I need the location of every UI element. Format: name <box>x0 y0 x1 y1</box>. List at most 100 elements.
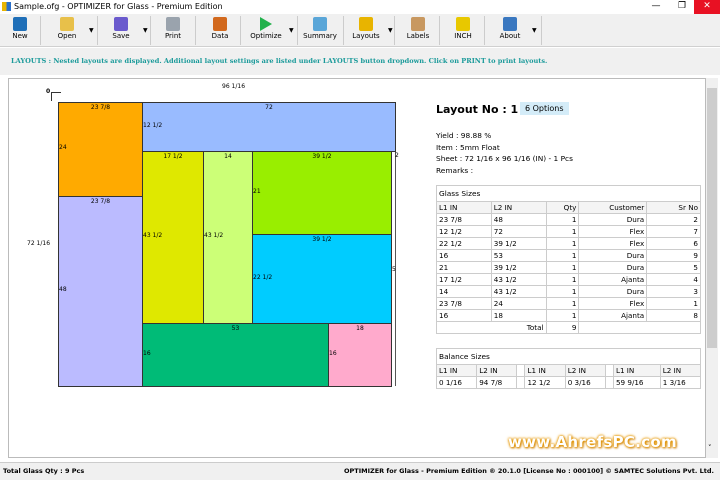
glass-piece[interactable]: 53 16 <box>142 323 329 387</box>
dropdown-arrow-icon[interactable]: ▼ <box>143 27 148 34</box>
piece-height-label: 16 <box>329 349 337 357</box>
close-button[interactable]: ✕ <box>694 0 720 14</box>
table-row: 22 1/2 39 1/2 1 Flex 6 <box>436 237 701 250</box>
table-row: 12 1/2 72 1 Flex 7 <box>436 225 701 238</box>
table-cell: 94 7/8 <box>476 376 518 389</box>
table-cell: 23 7/8 <box>436 297 492 310</box>
piece-height-label: 43 1/2 <box>143 232 163 239</box>
toolbar-separator <box>40 16 41 45</box>
x-axis-arrow-icon <box>52 92 61 93</box>
toolbar-separator <box>150 16 151 45</box>
glass-piece[interactable]: 39 1/2 22 1/2 <box>252 234 392 324</box>
glass-piece[interactable]: 23 7/8 48 <box>58 196 143 387</box>
item-text: Item : 5mm Float <box>436 142 500 152</box>
toolbar-separator <box>394 16 395 45</box>
remarks-text: Remarks : <box>436 165 474 175</box>
app-icon <box>2 2 11 11</box>
table-cell: 4 <box>646 273 701 286</box>
summary-button[interactable]: Summary <box>300 15 340 46</box>
table-cell: 16 <box>436 249 492 262</box>
table-cell: Sr No <box>646 201 701 214</box>
table-cell: 5 <box>646 261 701 274</box>
table-cell: L2 IN <box>564 364 606 377</box>
balance-sizes-title: Balance Sizes <box>436 348 701 364</box>
glass-piece[interactable]: 72 12 1/2 <box>142 102 396 152</box>
piece-width-label: 17 1/2 <box>163 153 183 160</box>
table-cell: L1 IN <box>436 201 492 214</box>
inch-button[interactable]: INCH <box>443 15 483 46</box>
table-cell: 1 <box>646 297 701 310</box>
piece-height-label: 48 <box>59 286 67 293</box>
dropdown-arrow-icon[interactable]: ▼ <box>388 27 393 34</box>
toolbar-label: INCH <box>454 32 472 40</box>
table-cell: 43 1/2 <box>490 273 547 286</box>
about-button[interactable]: About <box>490 15 530 46</box>
toolbar-label: About <box>499 32 521 40</box>
scrollbar-thumb[interactable] <box>707 88 717 348</box>
sheet-text: Sheet : 72 1/16 x 96 1/16 (IN) - 1 Pcs <box>436 154 573 163</box>
dropdown-arrow-icon[interactable]: ▼ <box>532 27 537 34</box>
layouts-button[interactable]: Layouts <box>346 15 386 46</box>
print-button[interactable]: Print <box>153 15 193 46</box>
floppy-icon <box>114 17 128 31</box>
spacer-cell <box>604 364 614 377</box>
options-button[interactable]: 6 Options <box>520 102 569 115</box>
open-button[interactable]: Open <box>47 15 87 46</box>
piece-width-label: 39 1/2 <box>312 153 332 160</box>
tag-icon <box>411 17 425 31</box>
table-cell: 39 1/2 <box>490 237 547 250</box>
clipboard-icon <box>313 17 327 31</box>
toolbar: New Open ▼ Save ▼ Print Data Optimize ▼ Summary La… <box>0 14 720 47</box>
vertical-scrollbar[interactable]: ˅ <box>706 78 718 458</box>
table-cell: 21 <box>436 261 492 274</box>
table-cell: 8 <box>646 309 701 322</box>
table-row: 21 39 1/2 1 Dura 5 <box>436 261 701 274</box>
total-label: Total <box>436 321 547 334</box>
table-row: 23 7/8 24 1 Flex 1 <box>436 297 701 310</box>
glass-piece[interactable]: 18 16 <box>328 323 392 387</box>
glass-piece[interactable]: 23 7/8 24 <box>58 102 143 197</box>
optimize-button[interactable]: Optimize <box>245 15 287 46</box>
scroll-down-icon[interactable]: ˅ <box>708 444 712 452</box>
title-bar: Sample.ofg - OPTIMIZER for Glass - Premi… <box>0 0 720 14</box>
data-button[interactable]: Data <box>200 15 240 46</box>
table-cell: 1 <box>545 261 580 274</box>
toolbar-separator <box>484 16 485 45</box>
total-row: Total 9 <box>436 321 701 334</box>
glass-piece[interactable]: 39 1/2 21 <box>252 151 392 235</box>
labels-button[interactable]: Labels <box>398 15 438 46</box>
printer-icon <box>166 17 180 31</box>
table-cell: Qty <box>545 201 580 214</box>
glass-sizes-table: L1 IN L2 IN Qty Customer Sr No 23 7/8 48 1 Dura 2… <box>436 201 701 334</box>
glass-piece[interactable]: 17 1/2 43 1/2 <box>142 151 204 324</box>
piece-height-label: 16 <box>143 349 151 357</box>
table-cell: 9 <box>646 249 701 262</box>
window-title: Sample.ofg - OPTIMIZER for Glass - Premi… <box>14 2 223 11</box>
table-cell: 1 <box>545 297 580 310</box>
dropdown-arrow-icon[interactable]: ▼ <box>89 27 94 34</box>
toolbar-separator <box>97 16 98 45</box>
table-cell: 1 <box>545 285 580 298</box>
table-cell: 1 <box>545 249 580 262</box>
table-cell: L1 IN <box>435 364 478 377</box>
user-icon <box>503 17 517 31</box>
total-value: 9 <box>545 321 580 334</box>
toolbar-separator <box>541 16 542 45</box>
save-button[interactable]: Save <box>101 15 141 46</box>
table-cell: Dura <box>578 261 648 274</box>
table-cell: L1 IN <box>524 364 566 377</box>
pencil-icon <box>213 17 227 31</box>
table-cell: 1 3/16 <box>659 376 702 389</box>
table-cell: L2 IN <box>476 364 518 377</box>
glass-sizes-title: Glass Sizes <box>436 185 701 201</box>
glass-piece[interactable]: 14 43 1/2 <box>203 151 253 324</box>
minimize-button[interactable]: — <box>643 0 669 14</box>
piece-width-label: 53 <box>231 325 240 332</box>
table-cell: Customer <box>578 201 648 214</box>
maximize-button[interactable]: ❐ <box>669 0 695 14</box>
dropdown-arrow-icon[interactable]: ▼ <box>289 27 294 34</box>
table-cell: Dura <box>578 249 648 262</box>
origin-label: 0 <box>46 88 51 95</box>
new-button[interactable]: New <box>0 15 40 46</box>
table-cell: Ajanta <box>578 309 648 322</box>
